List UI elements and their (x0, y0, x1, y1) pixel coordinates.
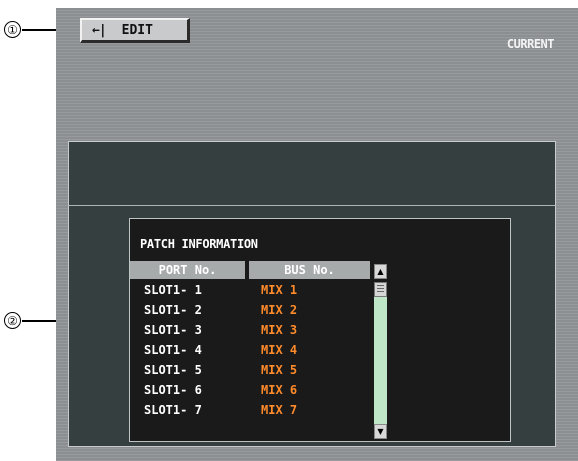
bus-number: MIX 3 (261, 323, 298, 337)
scrollbar-track[interactable] (374, 282, 387, 426)
patch-information-title: PATCH INFORMATION (140, 237, 258, 251)
port-number: SLOT1- 3 (144, 323, 202, 337)
bus-number: MIX 6 (261, 383, 298, 397)
bus-number: MIX 2 (261, 303, 298, 317)
bus-number: MIX 1 (261, 283, 298, 297)
main-panel: ←| EDIT CURRENT PATCH INFORMATION PORT N… (56, 8, 578, 461)
table-row[interactable]: SLOT1- 7 MIX 7 (130, 401, 370, 420)
port-number: SLOT1- 4 (144, 343, 202, 357)
table-row[interactable]: SLOT1- 4 MIX 4 (130, 341, 370, 360)
port-number: SLOT1- 5 (144, 363, 202, 377)
table-row[interactable]: SLOT1- 5 MIX 5 (130, 361, 370, 380)
edit-button[interactable]: ←| EDIT (80, 18, 190, 43)
column-header-port: PORT No. (130, 261, 245, 279)
column-header-bus: BUS No. (249, 261, 370, 279)
bus-number: MIX 4 (261, 343, 298, 357)
port-number: SLOT1- 7 (144, 403, 202, 417)
callout-1: ① (4, 21, 21, 38)
back-arrow-icon: ←| (92, 22, 107, 38)
table-row[interactable]: SLOT1- 1 MIX 1 (130, 281, 370, 300)
bus-number: MIX 5 (261, 363, 298, 377)
scrollbar-thumb[interactable] (374, 282, 387, 297)
bus-number: MIX 7 (261, 403, 298, 417)
scroll-down-icon[interactable]: ▼ (374, 424, 387, 439)
patch-information-box: PATCH INFORMATION PORT No. BUS No. SLOT1… (129, 218, 511, 442)
current-label: CURRENT (506, 37, 555, 51)
upper-display-area (68, 141, 556, 205)
table-row[interactable]: SLOT1- 2 MIX 2 (130, 301, 370, 320)
edit-label: EDIT (121, 22, 153, 38)
table-row[interactable]: SLOT1- 6 MIX 6 (130, 381, 370, 400)
patch-info-area: PATCH INFORMATION PORT No. BUS No. SLOT1… (68, 205, 556, 447)
port-number: SLOT1- 6 (144, 383, 202, 397)
port-number: SLOT1- 2 (144, 303, 202, 317)
port-number: SLOT1- 1 (144, 283, 202, 297)
table-row[interactable]: SLOT1- 3 MIX 3 (130, 321, 370, 340)
callout-2: ② (4, 312, 21, 329)
scroll-up-icon[interactable]: ▲ (374, 264, 387, 279)
